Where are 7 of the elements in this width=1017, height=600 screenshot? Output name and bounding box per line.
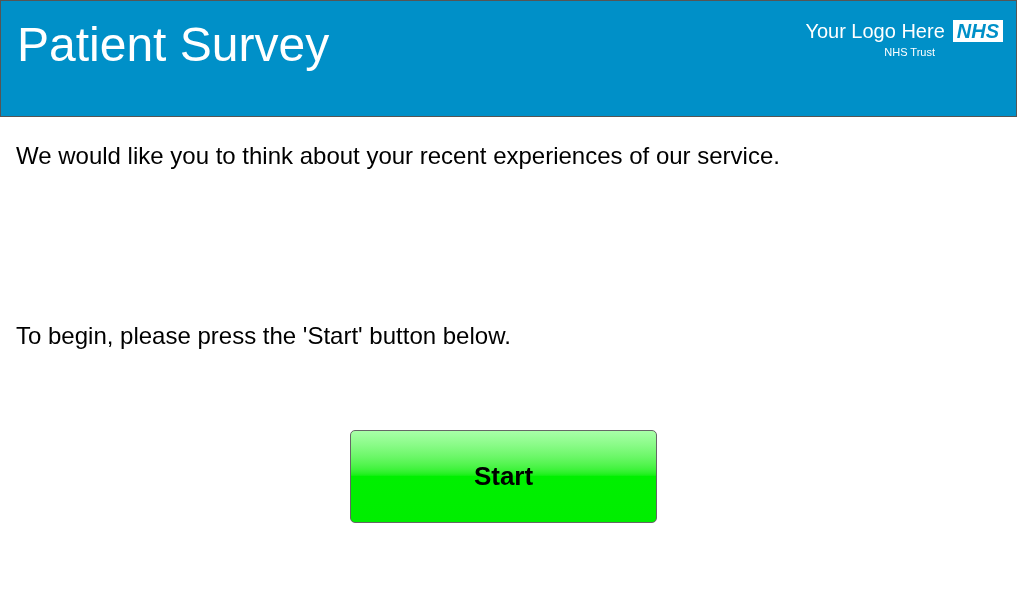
instruction-text: To begin, please press the 'Start' button below. — [16, 324, 512, 348]
page-title: Patient Survey — [17, 21, 330, 69]
nhs-badge: NHS — [952, 20, 1003, 42]
intro-text: We would like you to think about your recent experiences of our service. — [16, 144, 781, 168]
logo-subtitle: NHS Trust — [884, 47, 935, 58]
start-button[interactable]: Start — [350, 430, 657, 523]
logo-text: Your Logo Here — [805, 21, 945, 41]
